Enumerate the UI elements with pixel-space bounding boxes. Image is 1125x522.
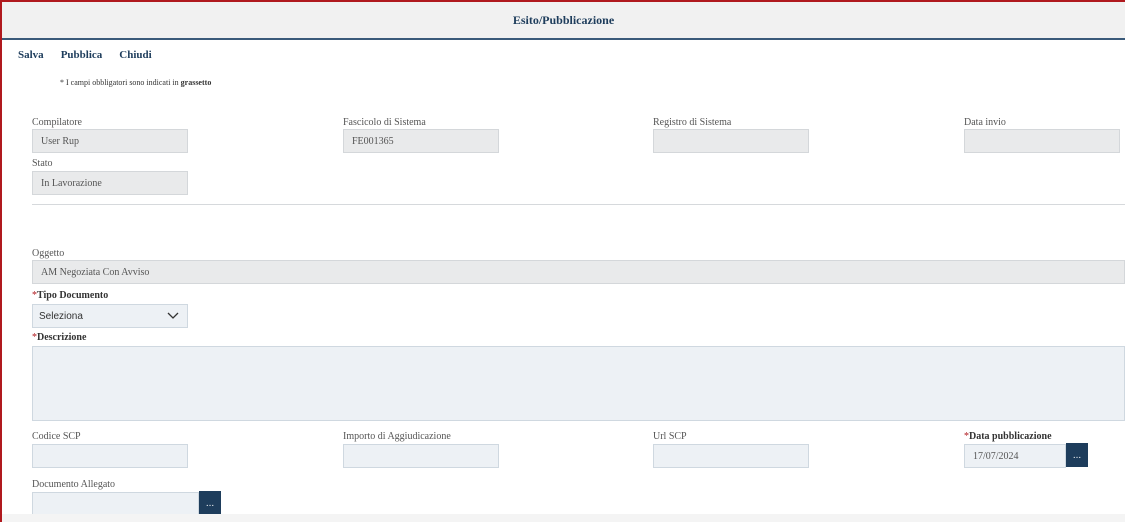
data-pubblicazione-label: *Data pubblicazione bbox=[964, 431, 1052, 442]
bottom-strip bbox=[2, 514, 1125, 522]
oggetto-field: AM Negoziata Con Avviso bbox=[32, 260, 1125, 284]
descrizione-label-text: Descrizione bbox=[37, 332, 87, 343]
importo-input[interactable] bbox=[343, 444, 499, 468]
toolbar: Salva Pubblica Chiudi bbox=[18, 49, 152, 61]
stato-field: In Lavorazione bbox=[32, 171, 188, 195]
url-scp-input[interactable] bbox=[653, 444, 809, 468]
url-scp-label: Url SCP bbox=[653, 431, 687, 442]
page-title: Esito/Pubblicazione bbox=[512, 12, 615, 27]
descrizione-textarea[interactable] bbox=[32, 346, 1125, 421]
descrizione-label: *Descrizione bbox=[32, 332, 86, 343]
registro-field bbox=[653, 129, 809, 153]
codice-scp-input[interactable] bbox=[32, 444, 188, 468]
fascicolo-field: FE001365 bbox=[343, 129, 499, 153]
importo-label: Importo di Aggiudicazione bbox=[343, 431, 451, 442]
tipo-documento-selected: Seleziona bbox=[39, 310, 83, 322]
section-divider bbox=[32, 204, 1125, 205]
documento-allegato-input[interactable] bbox=[32, 492, 199, 516]
codice-scp-label: Codice SCP bbox=[32, 431, 81, 442]
stato-label: Stato bbox=[32, 158, 53, 169]
chevron-down-icon bbox=[167, 312, 179, 319]
note-bold-text: grassetto bbox=[180, 78, 212, 87]
dialog-window: Esito/Pubblicazione Salva Pubblica Chiud… bbox=[0, 0, 1125, 522]
attach-document-button[interactable]: ... bbox=[199, 491, 221, 515]
documento-allegato-label: Documento Allegato bbox=[32, 479, 116, 490]
compilatore-label: Compilatore bbox=[32, 117, 82, 128]
tipo-documento-select[interactable]: Seleziona bbox=[32, 304, 188, 328]
data-pubblicazione-input[interactable]: 17/07/2024 bbox=[964, 444, 1066, 468]
tipo-documento-label: *Tipo Documento bbox=[32, 290, 108, 301]
save-button[interactable]: Salva bbox=[18, 49, 44, 61]
title-bar: Esito/Pubblicazione bbox=[2, 2, 1125, 40]
required-fields-note: * I campi obbligatori sono indicati in g… bbox=[60, 78, 211, 87]
publish-button[interactable]: Pubblica bbox=[61, 49, 103, 61]
oggetto-label: Oggetto bbox=[32, 248, 65, 259]
data-invio-label: Data invio bbox=[964, 117, 1006, 128]
date-picker-button[interactable]: ... bbox=[1066, 443, 1088, 467]
data-pubblicazione-label-text: Data pubblicazione bbox=[969, 431, 1052, 442]
data-invio-field bbox=[964, 129, 1120, 153]
tipo-documento-label-text: Tipo Documento bbox=[37, 290, 109, 301]
close-button[interactable]: Chiudi bbox=[119, 49, 151, 61]
note-text: * I campi obbligatori sono indicati in bbox=[60, 78, 179, 87]
compilatore-field: User Rup bbox=[32, 129, 188, 153]
registro-label: Registro di Sistema bbox=[653, 117, 732, 128]
fascicolo-label: Fascicolo di Sistema bbox=[343, 117, 426, 128]
